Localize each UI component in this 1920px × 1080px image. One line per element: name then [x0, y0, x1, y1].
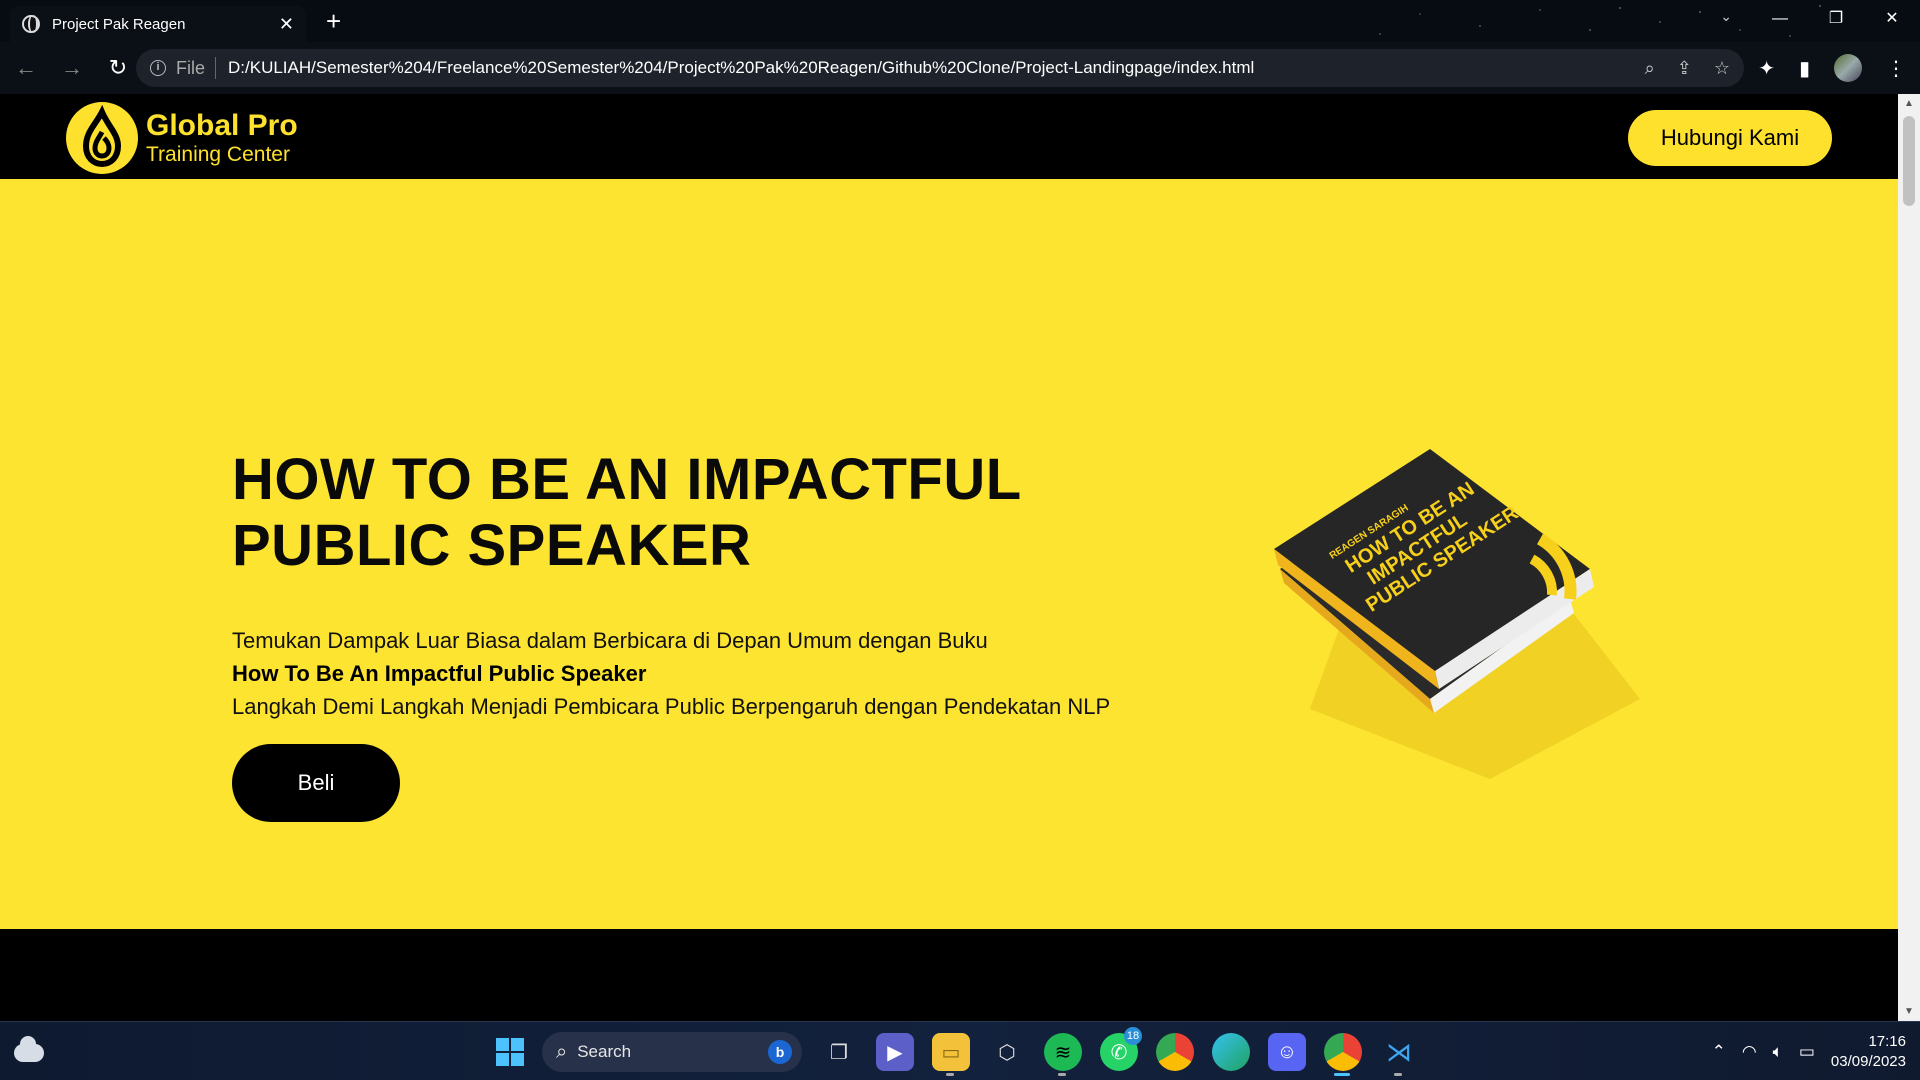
address-separator: [215, 57, 217, 79]
back-icon[interactable]: ←: [6, 55, 46, 81]
next-section: [0, 929, 1898, 1021]
extensions-icon[interactable]: ✦: [1758, 56, 1775, 81]
contact-button[interactable]: Hubungi Kami: [1628, 110, 1832, 166]
zoom-icon[interactable]: ⌕: [1645, 58, 1655, 79]
taskbar-search[interactable]: ⌕ Search b: [542, 1032, 802, 1072]
scroll-up-icon[interactable]: ▲: [1904, 98, 1914, 109]
tray-overflow-icon[interactable]: ⌃: [1712, 1042, 1726, 1062]
vscode-icon[interactable]: ⋊: [1380, 1033, 1418, 1076]
hero-section: HOW TO BE AN IMPACTFUL PUBLIC SPEAKER Te…: [0, 179, 1898, 929]
clock-time: 17:16: [1868, 1032, 1906, 1050]
browser-tab[interactable]: Project Pak Reagen ✕: [10, 6, 306, 42]
side-panel-icon[interactable]: ▮: [1799, 56, 1810, 81]
buy-button[interactable]: Beli: [232, 744, 400, 822]
bing-icon[interactable]: b: [768, 1040, 792, 1064]
book-image: REAGEN SARAGIH HOW TO BE AN IMPACTFUL PU…: [1274, 449, 1640, 779]
hero-desc-book-title: How To Be An Impactful Public Speaker: [232, 661, 647, 686]
clock[interactable]: 17:16 03/09/2023: [1831, 1032, 1906, 1072]
volume-icon[interactable]: 🔈︎: [1773, 1042, 1783, 1062]
taskbar: ⌕ Search b ❐ ▶ ▭ ⬡ ≋ ✆ 18 ☺ ⋊ ⌃ ◠ 🔈︎ ▭ 17…: [0, 1021, 1920, 1080]
search-icon: ⌕: [556, 1040, 568, 1063]
whatsapp-badge: 18: [1124, 1027, 1142, 1045]
teams-chat-icon[interactable]: ▶: [876, 1033, 914, 1071]
tab-search-icon[interactable]: ⌄: [1720, 8, 1732, 25]
tab-title: Project Pak Reagen: [52, 15, 186, 33]
clock-date: 03/09/2023: [1830, 1052, 1906, 1070]
taskbar-apps: ⌕ Search b ❐ ▶ ▭ ⬡ ≋ ✆ 18 ☺ ⋊: [496, 1027, 1418, 1076]
wifi-icon[interactable]: ◠: [1742, 1042, 1757, 1062]
logo-subtitle: Training Center: [146, 143, 290, 166]
browser-titlebar: Project Pak Reagen ✕ + ⌄ — ❐ ✕: [0, 0, 1920, 42]
address-bar[interactable]: i File D:/KULIAH/Semester%204/Freelance%…: [136, 49, 1744, 87]
new-tab-button[interactable]: +: [326, 6, 341, 36]
menu-icon[interactable]: ⋮: [1886, 56, 1906, 81]
minimize-icon[interactable]: —: [1752, 0, 1808, 38]
spotify-icon[interactable]: ≋: [1044, 1033, 1082, 1076]
site-header: Global Pro Training Center Hubungi Kami: [0, 94, 1898, 179]
start-button[interactable]: [496, 1038, 524, 1066]
site-info-icon[interactable]: i: [150, 60, 166, 76]
whatsapp-icon[interactable]: ✆ 18: [1100, 1027, 1142, 1071]
address-bar-actions: ⌕ ⇪ ☆: [1645, 49, 1730, 87]
scrollbar-thumb[interactable]: [1903, 116, 1915, 206]
file-scheme-label: File: [176, 57, 206, 78]
share-icon[interactable]: ⇪: [1677, 58, 1692, 79]
logo-drop-icon: [66, 102, 138, 174]
scroll-down-icon[interactable]: ▼: [1904, 1006, 1914, 1017]
bookmark-star-icon[interactable]: ☆: [1714, 58, 1730, 79]
forward-icon[interactable]: →: [52, 55, 92, 81]
battery-icon[interactable]: ▭: [1799, 1042, 1815, 1062]
reload-icon[interactable]: ↻: [98, 55, 138, 81]
toolbar-right: ✦ ▮ ⋮: [1758, 42, 1906, 94]
page-scrollbar[interactable]: ▲ ▼: [1898, 94, 1920, 1021]
page-viewport: Global Pro Training Center Hubungi Kami …: [0, 94, 1898, 1021]
browser-toolbar: ← → ↻ i File D:/KULIAH/Semester%204/Free…: [0, 42, 1920, 94]
edge-icon[interactable]: [1212, 1033, 1250, 1071]
logo-name: Global Pro: [146, 109, 298, 142]
weather-widget-icon[interactable]: [14, 1036, 44, 1064]
close-window-icon[interactable]: ✕: [1864, 0, 1920, 38]
hero-description: Temukan Dampak Luar Biasa dalam Berbicar…: [232, 624, 1110, 723]
unity-icon[interactable]: ⬡: [988, 1033, 1026, 1071]
hero-title: HOW TO BE AN IMPACTFUL PUBLIC SPEAKER: [232, 447, 1021, 578]
hero-desc-line1: Temukan Dampak Luar Biasa dalam Berbicar…: [232, 628, 988, 653]
task-view-icon[interactable]: ❐: [820, 1033, 858, 1071]
site-logo[interactable]: Global Pro Training Center: [66, 102, 298, 174]
close-tab-icon[interactable]: ✕: [279, 14, 294, 35]
hero-desc-line3: Langkah Demi Langkah Menjadi Pembicara P…: [232, 694, 1111, 719]
system-tray: ⌃ ◠ 🔈︎ ▭ 17:16 03/09/2023: [1712, 1022, 1906, 1080]
chrome-active-icon[interactable]: [1324, 1033, 1362, 1076]
chrome-icon[interactable]: [1156, 1033, 1194, 1071]
restore-icon[interactable]: ❐: [1808, 0, 1864, 38]
discord-icon[interactable]: ☺: [1268, 1033, 1306, 1071]
taskbar-search-label: Search: [577, 1042, 632, 1061]
url-text[interactable]: D:/KULIAH/Semester%204/Freelance%20Semes…: [228, 58, 1254, 78]
globe-icon: [22, 15, 40, 33]
profile-avatar[interactable]: [1834, 54, 1862, 82]
file-explorer-icon[interactable]: ▭: [932, 1033, 970, 1076]
window-controls: — ❐ ✕: [1752, 0, 1920, 38]
